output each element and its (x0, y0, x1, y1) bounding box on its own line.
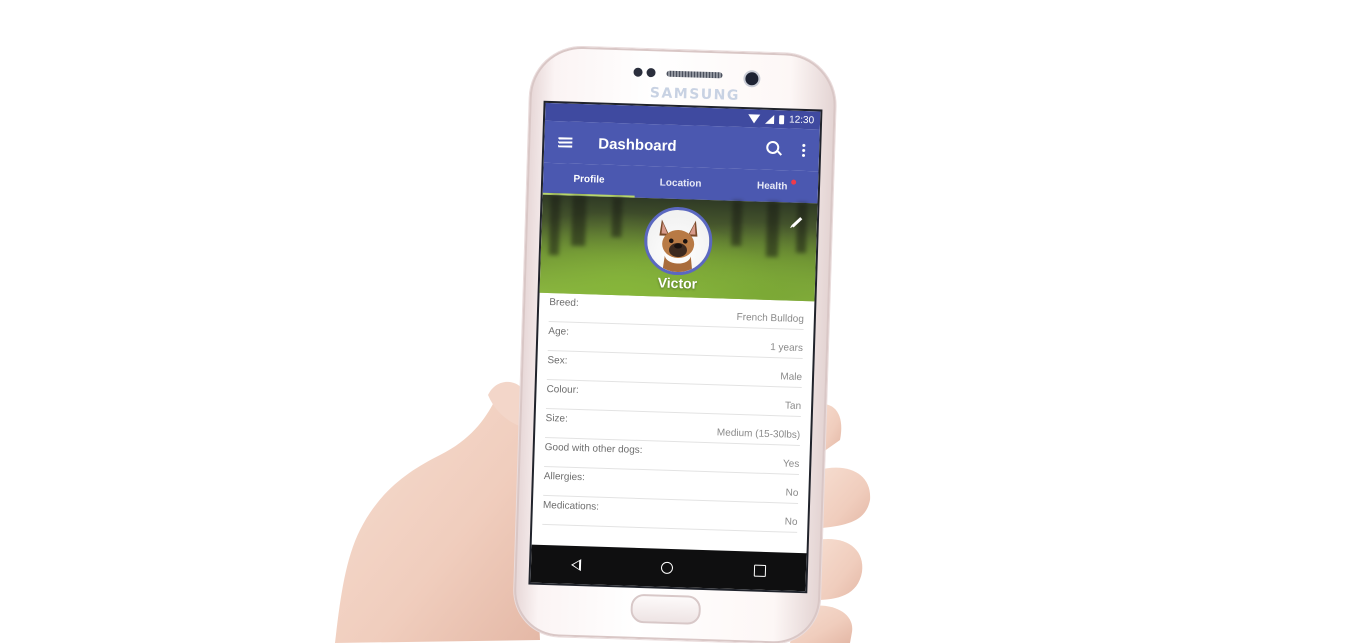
detail-label: Age: (548, 326, 570, 338)
background-tree (548, 195, 561, 256)
tab-profile[interactable]: Profile (542, 162, 636, 198)
system-nav-bar (530, 544, 807, 592)
background-tree (795, 202, 808, 254)
back-icon[interactable] (571, 558, 582, 572)
notification-badge (791, 179, 797, 185)
background-tree (731, 200, 743, 247)
detail-value: No (785, 487, 799, 499)
detail-value: No (784, 516, 798, 528)
phone-device: SAMSUNG 12:30 Dashboard Profile Location (512, 45, 838, 643)
detail-value: 1 years (769, 341, 804, 355)
earpiece-speaker (666, 70, 723, 79)
recents-icon[interactable] (753, 564, 766, 577)
scene: SAMSUNG 12:30 Dashboard Profile Location (0, 0, 1345, 643)
detail-value: Tan (784, 400, 802, 412)
profile-details: Breed: French Bulldog Age: 1 years Sex: … (532, 293, 814, 534)
app-title: Dashboard (598, 134, 677, 155)
detail-label: Colour: (546, 383, 579, 396)
background-tree (765, 201, 780, 258)
pet-name: Victor (657, 274, 698, 292)
battery-icon (778, 114, 785, 124)
background-tree (571, 195, 587, 247)
profile-header: Victor (539, 194, 818, 302)
home-icon[interactable] (661, 561, 674, 575)
phone-screen: 12:30 Dashboard Profile Location Health (530, 102, 821, 592)
sensor-icon (646, 67, 656, 78)
tab-label: Health (756, 179, 788, 192)
detail-label: Medications: (542, 499, 600, 513)
tab-health[interactable]: Health (726, 169, 819, 204)
physical-home-button[interactable] (630, 593, 702, 625)
wifi-icon (747, 113, 761, 124)
detail-label: Breed: (549, 297, 579, 309)
detail-label: Allergies: (543, 470, 586, 484)
signal-icon (764, 114, 775, 124)
background-tree (611, 196, 623, 238)
device-brand: SAMSUNG (649, 85, 741, 104)
detail-value: French Bulldog (736, 311, 805, 326)
detail-label: Good with other dogs: (544, 441, 643, 457)
detail-value: Medium (15-30lbs) (716, 427, 801, 441)
detail-value: Male (780, 371, 803, 384)
status-time: 12:30 (788, 113, 815, 126)
detail-label: Sex: (547, 355, 568, 367)
tab-label: Location (659, 176, 702, 190)
detail-value: Yes (782, 458, 800, 470)
more-vert-icon[interactable] (801, 142, 806, 157)
front-camera-icon (745, 72, 759, 86)
menu-icon[interactable] (558, 137, 573, 148)
search-icon[interactable] (766, 140, 780, 155)
tab-label: Profile (573, 173, 605, 186)
avatar[interactable] (643, 206, 714, 277)
tab-location[interactable]: Location (634, 166, 727, 201)
detail-label: Size: (545, 412, 569, 425)
sensor-icon (633, 67, 643, 77)
dog-photo (659, 219, 698, 273)
